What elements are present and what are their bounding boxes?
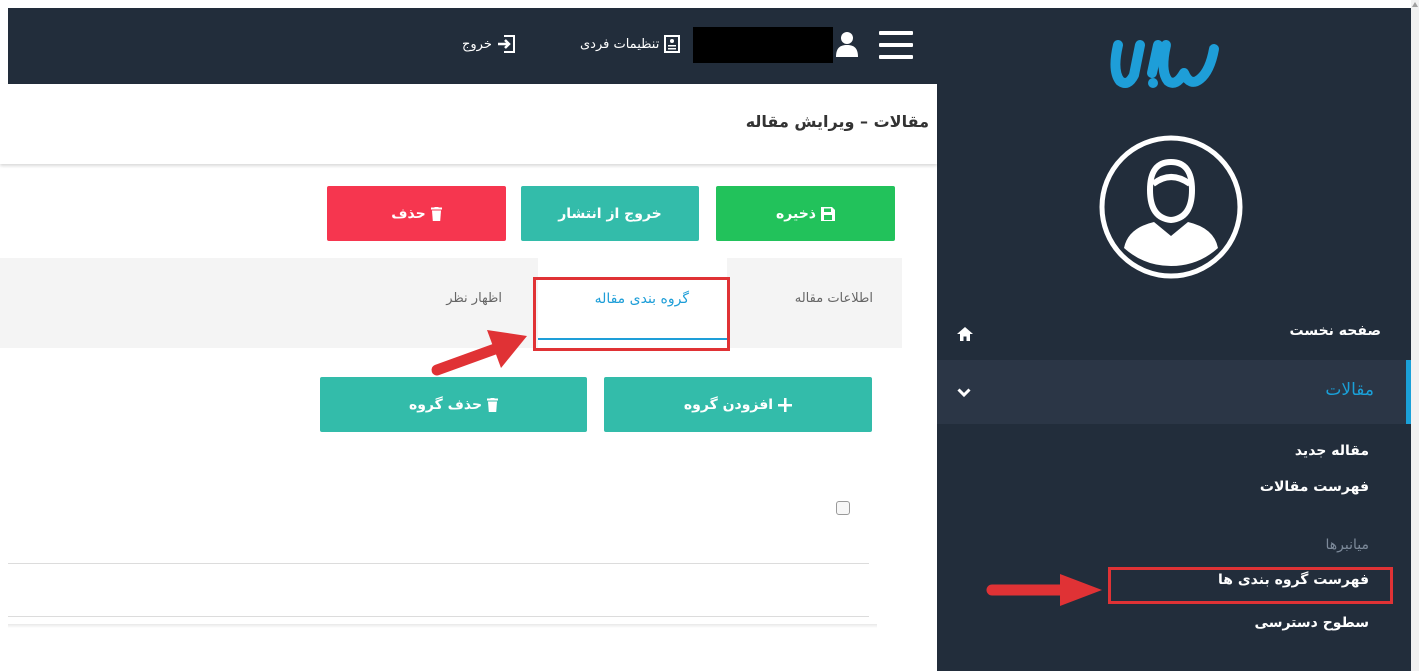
- annotation-highlight-tab: [533, 277, 730, 351]
- annotation-highlight-group-list: [1108, 567, 1393, 604]
- home-icon: [957, 327, 973, 341]
- sidebar-item-home-label: صفحه نخست: [1289, 323, 1381, 339]
- delete-button[interactable]: حذف: [327, 186, 506, 241]
- sidebar-item-new-article[interactable]: مقاله جدید: [1295, 443, 1369, 459]
- user-icon[interactable]: [836, 31, 858, 57]
- personal-settings-link[interactable]: تنظیمات فردی: [580, 31, 681, 57]
- trash-icon: [487, 397, 499, 412]
- profile-card-icon: [664, 35, 681, 53]
- delete-button-label: حذف: [391, 205, 426, 222]
- unpublish-button[interactable]: خروج از انتشار: [521, 186, 699, 241]
- save-button[interactable]: ذخیره: [716, 186, 895, 241]
- user-avatar: [1099, 135, 1243, 279]
- page-title: مقالات – ویرایش مقاله: [745, 112, 929, 131]
- page-header: مقالات – ویرایش مقاله: [0, 84, 937, 164]
- sidebar-item-articles[interactable]: مقالات: [937, 360, 1411, 424]
- logout-link[interactable]: خروج: [462, 31, 515, 57]
- table-divider: [8, 616, 869, 617]
- add-group-button-label: افزودن گروه: [683, 396, 774, 413]
- sidebar-item-articles-label: مقالات: [1325, 380, 1374, 400]
- select-all-checkbox[interactable]: [836, 501, 850, 515]
- sidebar-item-home[interactable]: صفحه نخست: [937, 312, 1411, 356]
- unpublish-button-label: خروج از انتشار: [558, 205, 662, 222]
- sidebar-item-article-list[interactable]: فهرست مقالات: [1260, 479, 1369, 495]
- annotation-arrow-icon: [431, 330, 527, 376]
- save-icon: [820, 206, 835, 221]
- delete-group-button-label: حذف گروه: [408, 396, 483, 413]
- annotation-arrow-icon: [986, 574, 1102, 606]
- redacted-username: [693, 27, 833, 63]
- logout-icon: [497, 35, 515, 53]
- table-bottom-shadow: [8, 624, 877, 628]
- sidebar-item-access-levels[interactable]: سطوح دسترسی: [1255, 615, 1369, 631]
- scroll-up-arrow-icon[interactable]: [1412, 2, 1418, 7]
- sidebar-shortcuts-heading: میانبرها: [1325, 537, 1369, 553]
- chevron-down-icon: [957, 388, 971, 398]
- trash-icon: [430, 206, 442, 221]
- logo: [1110, 40, 1219, 88]
- save-button-label: ذخیره: [776, 205, 816, 222]
- plus-icon: [778, 397, 793, 412]
- logout-label: خروج: [462, 36, 492, 52]
- tab-comments[interactable]: اظهار نظر: [446, 291, 502, 306]
- table-divider: [8, 563, 869, 564]
- menu-toggle-icon[interactable]: [879, 31, 913, 59]
- delete-group-button[interactable]: حذف گروه: [320, 377, 587, 432]
- add-group-button[interactable]: افزودن گروه: [604, 377, 872, 432]
- scrollbar[interactable]: [1411, 0, 1419, 671]
- tab-article-info[interactable]: اطلاعات مقاله: [795, 291, 873, 306]
- personal-settings-label: تنظیمات فردی: [580, 36, 660, 52]
